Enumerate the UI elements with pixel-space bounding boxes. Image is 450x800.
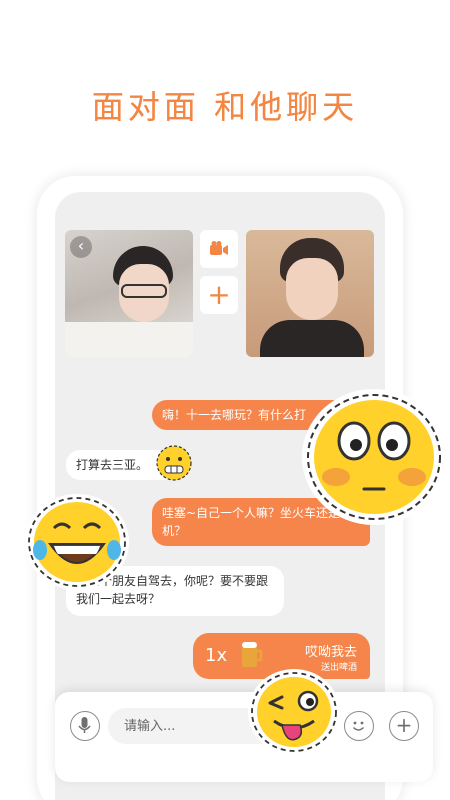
grimace-emoji-icon: [156, 445, 192, 481]
back-arrow-icon[interactable]: ‹: [70, 236, 92, 258]
gift-count: 1x: [205, 645, 228, 666]
gift-name: 哎呦我去: [305, 645, 358, 660]
plus-icon: +: [395, 713, 413, 737]
add-button[interactable]: +: [200, 276, 238, 314]
microphone-icon: [78, 717, 91, 733]
page-headline: 面对面 和他聊天: [0, 82, 450, 128]
emoji-icon: [352, 721, 365, 731]
emoji-button[interactable]: [344, 711, 374, 741]
microphone-button[interactable]: [70, 711, 100, 741]
video-camera-button[interactable]: [200, 230, 238, 268]
shocked-emoji-icon: [302, 389, 446, 525]
plus-icon: +: [207, 278, 231, 311]
winking-tongue-emoji-icon: [248, 669, 340, 755]
more-options-button[interactable]: +: [389, 711, 419, 741]
video-camera-icon: [210, 241, 228, 255]
laughing-tears-emoji-icon: [25, 494, 129, 590]
beer-mug-icon: [242, 642, 263, 667]
remote-video-feed[interactable]: [246, 230, 374, 357]
